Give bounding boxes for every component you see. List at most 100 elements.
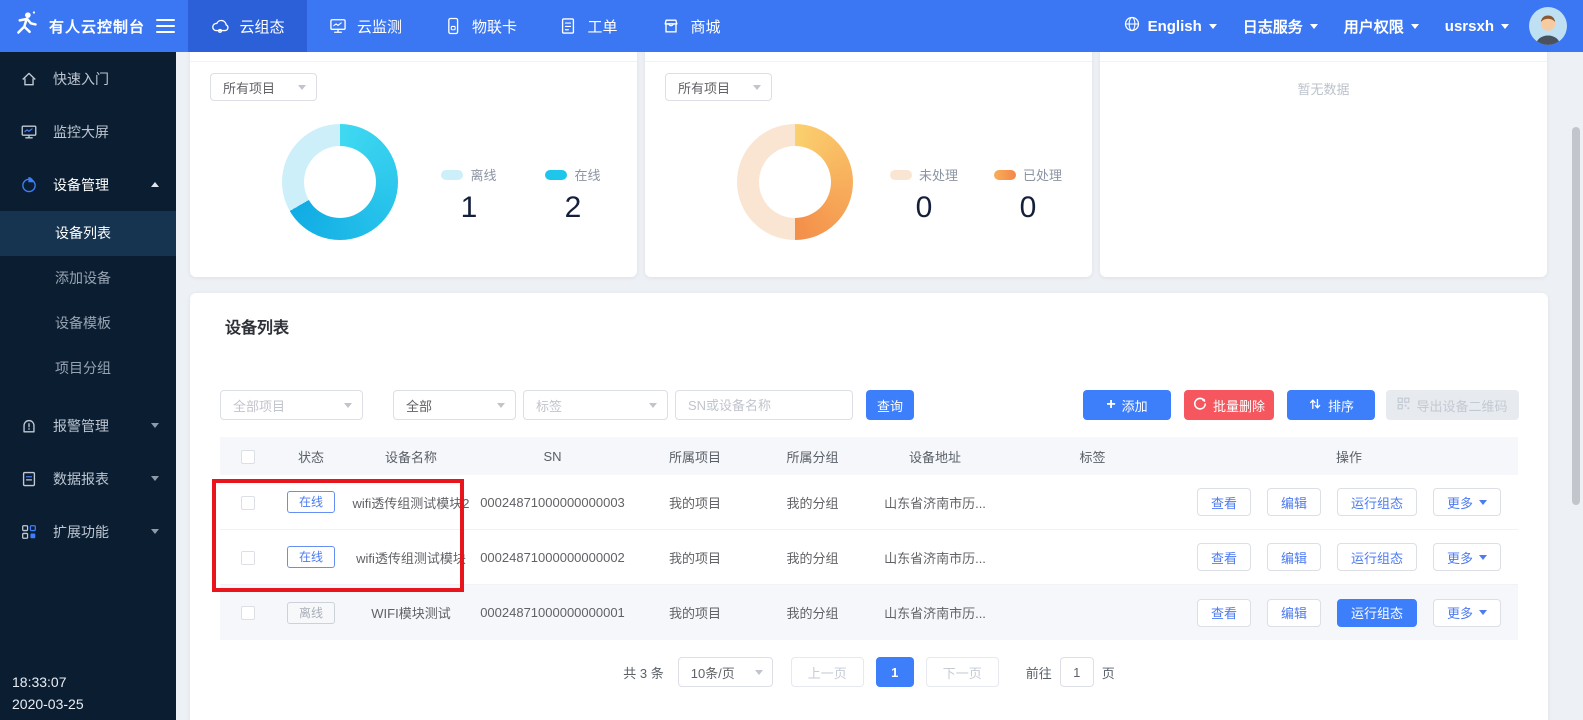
device-status-donut-chart [282, 124, 398, 240]
run-scada-button[interactable]: 运行组态 [1337, 543, 1417, 571]
alarm-status-donut-chart [737, 124, 853, 240]
sidebar-clock: 18:33:07 2020-03-25 [12, 671, 84, 715]
add-device-button[interactable]: + 添加 [1083, 390, 1171, 420]
sidebar-item-project-group[interactable]: 项目分组 [0, 346, 176, 391]
sidebar-item-data-report[interactable]: 数据报表 [0, 452, 176, 505]
big-screen-icon [19, 123, 39, 141]
log-service-menu[interactable]: 日志服务 [1243, 16, 1318, 37]
total-count: 共 3 条 [623, 663, 663, 682]
device-name: wifi透传组测试模块 [347, 548, 475, 567]
online-swatch [545, 170, 567, 180]
edit-button[interactable]: 编辑 [1267, 599, 1321, 627]
card-divider [1100, 61, 1547, 62]
legend-processed: 已处理 0 [983, 165, 1073, 225]
device-submenu: 设备列表 添加设备 设备模板 项目分组 [0, 211, 176, 391]
vertical-scrollbar[interactable] [1572, 127, 1580, 505]
sidebar-item-quick-start[interactable]: 快速入门 [0, 52, 176, 105]
project-filter-select[interactable]: 所有项目 [210, 73, 317, 101]
report-file-icon [19, 470, 39, 488]
unprocessed-swatch [890, 170, 912, 180]
panel-title: 设备列表 [225, 314, 289, 338]
table-row: 在线 wifi透传组测试模块 00024871000000000002 我的项目… [220, 530, 1518, 585]
goto-page-input[interactable] [1060, 657, 1094, 687]
chevron-down-icon [1479, 610, 1487, 615]
export-qr-button[interactable]: 导出设备二维码 [1386, 390, 1519, 420]
status-badge: 在线 [287, 546, 335, 568]
row-checkbox[interactable] [241, 551, 255, 565]
table-row: 在线 wifi透传组测试模块2 00024871000000000003 我的项… [220, 475, 1518, 530]
processed-count: 0 [983, 191, 1073, 225]
brand: 有人云控制台 [0, 0, 176, 52]
globe-icon [1123, 15, 1141, 37]
clock-date: 2020-03-25 [12, 693, 84, 715]
device-project: 我的项目 [630, 603, 760, 622]
chevron-down-icon [649, 403, 657, 408]
legend-online: 在线 2 [528, 165, 618, 225]
run-scada-button[interactable]: 运行组态 [1337, 599, 1417, 627]
legend-unprocessed: 未处理 0 [879, 165, 969, 225]
search-input[interactable] [675, 390, 853, 420]
legend-offline: 离线 1 [424, 165, 514, 225]
device-project: 我的项目 [630, 493, 760, 512]
clock-time: 18:33:07 [12, 671, 84, 693]
sidebar-item-device-template[interactable]: 设备模板 [0, 301, 176, 346]
row-checkbox[interactable] [241, 606, 255, 620]
device-group: 我的分组 [760, 548, 865, 567]
chevron-down-icon [1310, 24, 1318, 29]
run-scada-button[interactable]: 运行组态 [1337, 488, 1417, 516]
main-content: 所有项目 离线 1 在线 2 所有 [176, 52, 1583, 720]
project-select[interactable]: 全部项目 [220, 390, 363, 420]
tag-select[interactable]: 标签 [523, 390, 668, 420]
current-page-button[interactable]: 1 [876, 657, 914, 687]
offline-swatch [441, 170, 463, 180]
menu-collapse-icon[interactable] [156, 16, 175, 37]
view-button[interactable]: 查看 [1197, 543, 1251, 571]
chevron-down-icon [151, 529, 159, 534]
project-filter-select[interactable]: 所有项目 [665, 73, 772, 101]
page-size-select[interactable]: 10条/页 [678, 657, 773, 687]
more-button[interactable]: 更多 [1433, 488, 1501, 516]
empty-data-card: 暂无数据 [1100, 52, 1547, 277]
tab-work-order[interactable]: 工单 [537, 0, 639, 52]
sidebar-item-device-mgmt[interactable]: 设备管理 [0, 158, 176, 211]
pagination: 共 3 条 10条/页 上一页 1 下一页 前往 页 [190, 657, 1548, 687]
user-permission-menu[interactable]: 用户权限 [1344, 16, 1419, 37]
sidebar-item-extensions[interactable]: 扩展功能 [0, 505, 176, 558]
language-menu[interactable]: English [1123, 15, 1217, 37]
alarm-status-card: 所有项目 未处理 0 已处理 0 [645, 52, 1092, 277]
view-button[interactable]: 查看 [1197, 488, 1251, 516]
edit-button[interactable]: 编辑 [1267, 488, 1321, 516]
tab-mall[interactable]: 商城 [639, 0, 743, 52]
tab-iot-card[interactable]: 物联卡 [423, 0, 537, 52]
sidebar-item-monitor-screen[interactable]: 监控大屏 [0, 105, 176, 158]
batch-delete-button[interactable]: 批量删除 [1184, 390, 1274, 420]
row-checkbox[interactable] [241, 496, 255, 510]
sidebar-item-add-device[interactable]: 添加设备 [0, 256, 176, 301]
username-menu[interactable]: usrsxh [1445, 18, 1509, 35]
more-button[interactable]: 更多 [1433, 599, 1501, 627]
edit-button[interactable]: 编辑 [1267, 543, 1321, 571]
device-table: 状态 设备名称 SN 所属项目 所属分组 设备地址 标签 操作 在线 wifi透… [220, 437, 1518, 640]
sidebar: 快速入门 监控大屏 设备管理 设备列表 添加设备 设备模板 项目分组 报警管理 [0, 52, 176, 720]
chevron-down-icon [497, 403, 505, 408]
select-all-checkbox[interactable] [241, 450, 255, 464]
search-button[interactable]: 查询 [866, 390, 914, 420]
prev-page-button[interactable]: 上一页 [791, 657, 864, 687]
tab-cloud-scada[interactable]: 云组态 [188, 0, 307, 52]
device-sn: 00024871000000000001 [475, 605, 630, 620]
chevron-down-icon [1411, 24, 1419, 29]
sidebar-item-alarm-mgmt[interactable]: 报警管理 [0, 399, 176, 452]
more-button[interactable]: 更多 [1433, 543, 1501, 571]
sort-button[interactable]: 排序 [1287, 390, 1375, 420]
next-page-button[interactable]: 下一页 [926, 657, 999, 687]
tab-cloud-monitor[interactable]: 云监测 [307, 0, 423, 52]
status-select[interactable]: 全部 [393, 390, 516, 420]
device-name: wifi透传组测试模块2 [347, 493, 475, 512]
device-name: WIFI模块测试 [347, 603, 475, 622]
chevron-up-icon [151, 182, 159, 187]
avatar[interactable] [1529, 7, 1567, 45]
device-group: 我的分组 [760, 603, 865, 622]
monitor-icon [328, 16, 348, 36]
sidebar-item-device-list[interactable]: 设备列表 [0, 211, 176, 256]
view-button[interactable]: 查看 [1197, 599, 1251, 627]
